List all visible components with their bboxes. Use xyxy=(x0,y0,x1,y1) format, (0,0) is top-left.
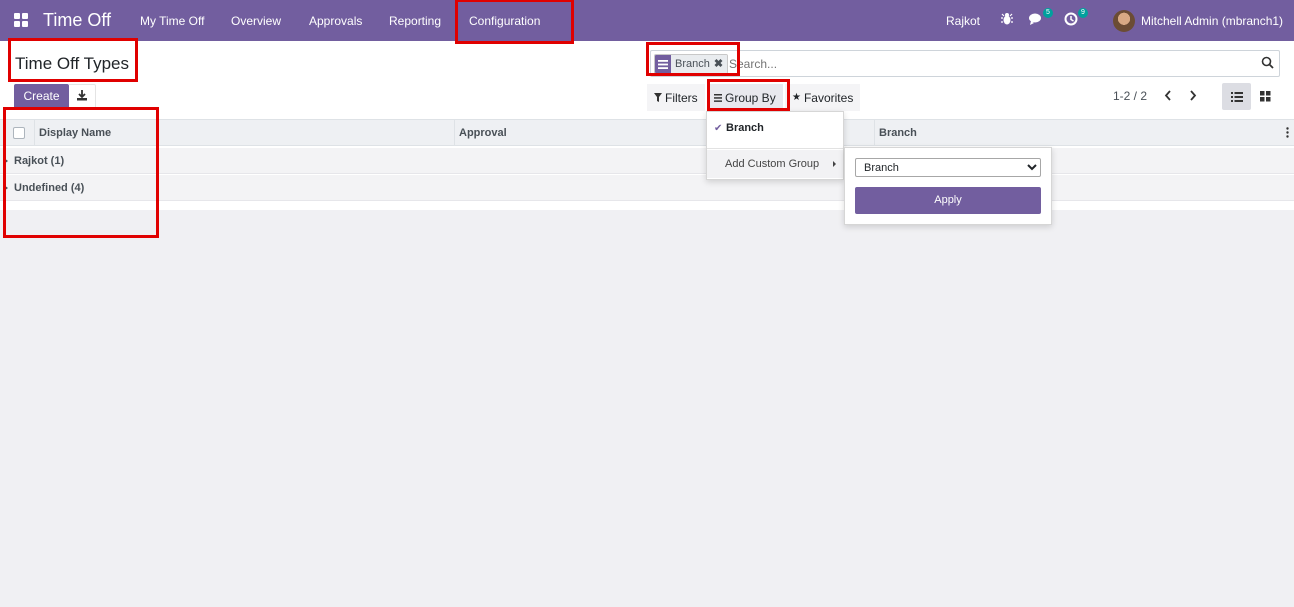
highlight-configuration xyxy=(455,0,574,44)
top-navbar: Time Off My Time Off Overview Approvals … xyxy=(0,0,1294,41)
highlight-group-by xyxy=(707,79,790,111)
menu-approvals[interactable]: Approvals xyxy=(309,14,362,28)
kanban-view-icon[interactable] xyxy=(1251,83,1280,110)
messages-badge: 5 xyxy=(1043,8,1053,18)
bug-icon[interactable] xyxy=(1000,12,1016,28)
filters-label: Filters xyxy=(665,90,698,105)
download-icon xyxy=(76,89,88,104)
search-icon[interactable] xyxy=(1261,56,1274,72)
filters-button[interactable]: Filters xyxy=(647,84,705,111)
favorites-button[interactable]: ★ Favorites xyxy=(785,84,861,111)
create-button[interactable]: Create xyxy=(14,84,69,109)
custom-group-select[interactable]: Branch xyxy=(855,158,1041,177)
user-menu[interactable]: Mitchell Admin (mbranch1) xyxy=(1141,14,1283,28)
chevron-right-icon[interactable] xyxy=(1185,87,1201,103)
menu-overview[interactable]: Overview xyxy=(231,14,281,28)
download-button[interactable] xyxy=(69,84,96,109)
caret-right-icon xyxy=(833,161,836,167)
app-name[interactable]: Time Off xyxy=(43,10,111,31)
group-row[interactable]: Undefined (4) xyxy=(0,175,1294,201)
star-icon: ★ xyxy=(792,92,801,103)
column-branch[interactable]: Branch xyxy=(874,120,1284,146)
add-custom-group-label: Add Custom Group xyxy=(725,158,820,170)
pager-value[interactable]: 1-2 / 2 xyxy=(1113,89,1147,103)
list-view: Display Name Approval Branch Rajkot (1) … xyxy=(0,120,1294,210)
check-icon: ✔ xyxy=(714,123,723,134)
group-row[interactable]: Rajkot (1) xyxy=(0,148,1294,174)
company-switcher[interactable]: Rajkot xyxy=(946,14,980,28)
list-view-icon[interactable] xyxy=(1222,83,1251,110)
custom-group-panel: Branch Apply xyxy=(844,147,1052,225)
apply-button[interactable]: Apply xyxy=(855,187,1041,214)
avatar[interactable] xyxy=(1113,10,1135,32)
chevron-left-icon[interactable] xyxy=(1160,87,1176,103)
kebab-icon[interactable] xyxy=(1286,127,1289,141)
highlight-page-title xyxy=(8,38,138,82)
search-bar: Branch ✖ xyxy=(650,50,1280,77)
dropdown-divider xyxy=(707,148,843,149)
activity-icon[interactable]: 9 xyxy=(1064,8,1088,28)
menu-reporting[interactable]: Reporting xyxy=(389,14,441,28)
filter-icon xyxy=(654,91,662,105)
add-custom-group[interactable]: Add Custom Group xyxy=(707,150,843,178)
list-header: Display Name Approval Branch xyxy=(0,120,1294,146)
search-input[interactable] xyxy=(729,56,1249,72)
group-by-option-label: Branch xyxy=(726,122,764,134)
highlight-search-facet xyxy=(646,42,740,76)
group-by-option-branch[interactable]: ✔ Branch xyxy=(707,120,843,138)
menu-my-time-off[interactable]: My Time Off xyxy=(140,14,204,28)
activities-badge: 9 xyxy=(1078,8,1088,18)
apps-icon[interactable] xyxy=(14,13,28,27)
chat-icon[interactable]: 5 xyxy=(1029,8,1053,28)
group-by-dropdown: ✔ Branch Add Custom Group xyxy=(706,111,844,180)
favorites-label: Favorites xyxy=(803,90,854,105)
highlight-groups xyxy=(3,107,159,238)
